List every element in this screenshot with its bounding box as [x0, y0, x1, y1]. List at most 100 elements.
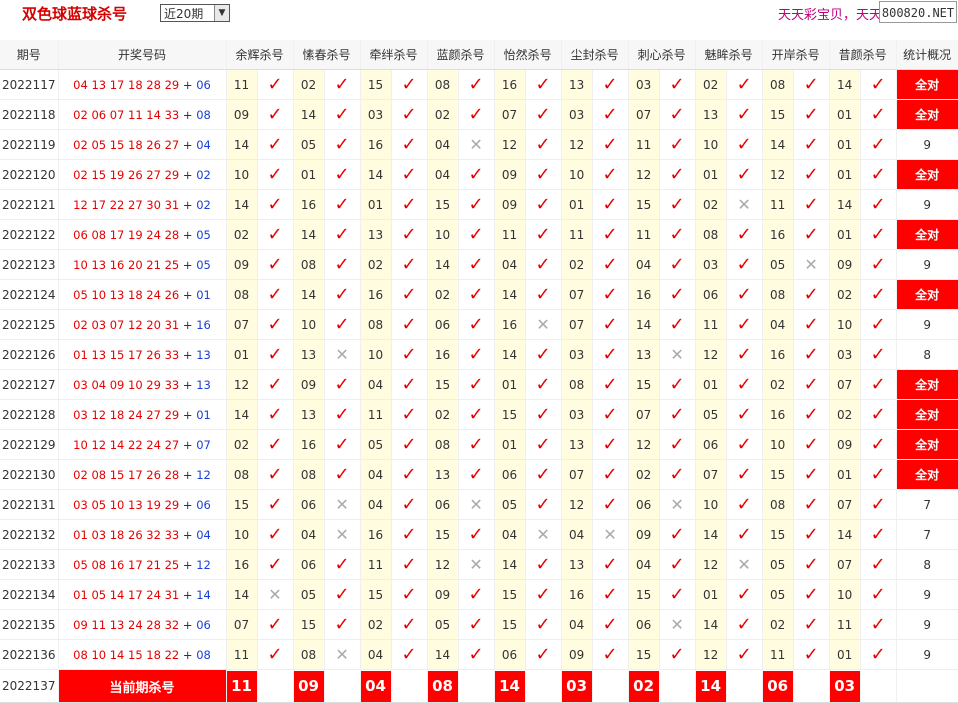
- check-icon: ✓: [592, 549, 629, 580]
- red-balls: 08 10 14 15 18 22: [73, 647, 180, 662]
- check-icon: ✓: [726, 249, 763, 280]
- dropdown-arrow-icon[interactable]: ▼: [214, 5, 229, 21]
- check-icon: ✓: [525, 609, 562, 640]
- kill-number: 13: [360, 219, 392, 250]
- kill-number: 03: [561, 99, 593, 130]
- table-row: 2022117 04 13 17 18 28 29 + 06 11 ✓ 02 ✓ 15 ✓ 08…: [0, 69, 958, 100]
- draw-numbers-cell: 02 15 19 26 27 29 + 02: [58, 159, 227, 190]
- check-icon: ✓: [257, 549, 294, 580]
- check-icon: ✓: [793, 309, 830, 340]
- period-cell: 2022131: [0, 489, 59, 520]
- check-icon: ✓: [391, 429, 428, 460]
- blue-ball: 05: [196, 227, 211, 242]
- check-icon: ✓: [525, 399, 562, 430]
- kill-number: 15: [762, 459, 794, 490]
- check-icon: ✓: [860, 249, 897, 280]
- site-domain-badge[interactable]: 800820.NET: [879, 1, 957, 23]
- kill-number: 02: [628, 459, 660, 490]
- draw-numbers-cell: 12 17 22 27 30 31 + 02: [58, 189, 227, 220]
- column-header: 期号: [0, 40, 59, 70]
- kill-number: 07: [695, 459, 727, 490]
- check-icon: ✓: [860, 279, 897, 310]
- check-icon: ✓: [592, 279, 629, 310]
- current-kill-label: 当前期杀号: [58, 669, 227, 703]
- kill-number: 05: [762, 549, 794, 580]
- kill-number: 07: [628, 99, 660, 130]
- check-icon: ✓: [592, 459, 629, 490]
- kill-number: 07: [829, 369, 861, 400]
- check-icon: ✓: [324, 159, 361, 190]
- kill-number: 12: [695, 639, 727, 670]
- check-icon: ✓: [525, 369, 562, 400]
- stat-cell: 8: [896, 339, 958, 370]
- cross-icon: ✕: [525, 309, 562, 340]
- check-icon: ✓: [391, 609, 428, 640]
- period-cell: 2022133: [0, 549, 59, 580]
- check-icon: ✓: [592, 579, 629, 610]
- blue-ball: 04: [196, 137, 211, 152]
- stat-cell: 9: [896, 249, 958, 280]
- predicted-kill-number: 03: [829, 670, 860, 702]
- check-icon: ✓: [257, 459, 294, 490]
- kill-number: 08: [695, 219, 727, 250]
- kill-number: 15: [226, 489, 258, 520]
- kill-number: 05: [494, 489, 526, 520]
- blue-ball: 02: [196, 167, 211, 182]
- kill-number: 16: [226, 549, 258, 580]
- top-bar: 双色球蓝球杀号 近20期 ▼ 天天彩宝贝，天天 800820.NET: [0, 0, 958, 40]
- kill-number: 08: [762, 489, 794, 520]
- draw-numbers-cell: 02 08 15 17 26 28 + 12: [58, 459, 227, 490]
- kill-number: 10: [829, 579, 861, 610]
- plus-sign: +: [179, 617, 197, 632]
- cross-icon: ✕: [458, 489, 495, 520]
- kill-number: 07: [226, 309, 258, 340]
- check-icon: ✓: [726, 129, 763, 160]
- check-icon: ✓: [324, 189, 361, 220]
- check-icon: ✓: [592, 369, 629, 400]
- kill-number: 10: [829, 309, 861, 340]
- check-icon: ✓: [458, 99, 495, 130]
- table-row: 2022134 01 05 14 17 24 31 + 14 14 ✕ 05 ✓ 15 ✓ 09…: [0, 579, 958, 610]
- period-cell: 2022122: [0, 219, 59, 250]
- kill-number: 01: [561, 189, 593, 220]
- kill-number: 01: [226, 339, 258, 370]
- draw-numbers-cell: 09 11 13 24 28 32 + 06: [58, 609, 227, 640]
- check-icon: ✓: [659, 159, 696, 190]
- kill-number: 12: [762, 159, 794, 190]
- cross-icon: ✕: [458, 129, 495, 160]
- check-icon: ✓: [659, 99, 696, 130]
- empty-cell: [458, 669, 495, 703]
- stat-cell: 9: [896, 129, 958, 160]
- draw-numbers-cell: 01 03 18 26 32 33 + 04: [58, 519, 227, 550]
- period-cell: 2022134: [0, 579, 59, 610]
- empty-cell: [659, 669, 696, 703]
- table-row: 2022118 02 06 07 11 14 33 + 08 09 ✓ 14 ✓ 03 ✓ 02…: [0, 99, 958, 130]
- column-header: 蓝颜杀号: [427, 40, 495, 70]
- period-range-select[interactable]: 近20期 ▼: [160, 4, 230, 22]
- kill-number: 08: [762, 279, 794, 310]
- kill-number: 14: [494, 339, 526, 370]
- kill-number: 02: [427, 279, 459, 310]
- check-icon: ✓: [458, 459, 495, 490]
- table-row: 2022120 02 15 19 26 27 29 + 02 10 ✓ 01 ✓ 14 ✓ 04…: [0, 159, 958, 190]
- check-icon: ✓: [726, 639, 763, 670]
- kill-number: 14: [695, 609, 727, 640]
- plus-sign: +: [179, 197, 197, 212]
- kill-number: 15: [360, 579, 392, 610]
- predicted-kill-number: 14: [695, 670, 726, 702]
- check-icon: ✓: [324, 309, 361, 340]
- kill-number: 16: [360, 129, 392, 160]
- kill-number: 14: [226, 189, 258, 220]
- check-icon: ✓: [324, 99, 361, 130]
- check-icon: ✓: [324, 369, 361, 400]
- kill-number: 09: [226, 99, 258, 130]
- kill-number: 07: [226, 609, 258, 640]
- check-icon: ✓: [726, 339, 763, 370]
- table-row: 2022135 09 11 13 24 28 32 + 06 07 ✓ 15 ✓ 02 ✓ 05…: [0, 609, 958, 640]
- period-cell: 2022126: [0, 339, 59, 370]
- red-balls: 04 13 17 18 28 29: [73, 77, 180, 92]
- table-row: 2022128 03 12 18 24 27 29 + 01 14 ✓ 13 ✓ 11 ✓ 02…: [0, 399, 958, 430]
- plus-sign: +: [179, 107, 197, 122]
- stat-cell: 9: [896, 309, 958, 340]
- kill-number: 16: [494, 309, 526, 340]
